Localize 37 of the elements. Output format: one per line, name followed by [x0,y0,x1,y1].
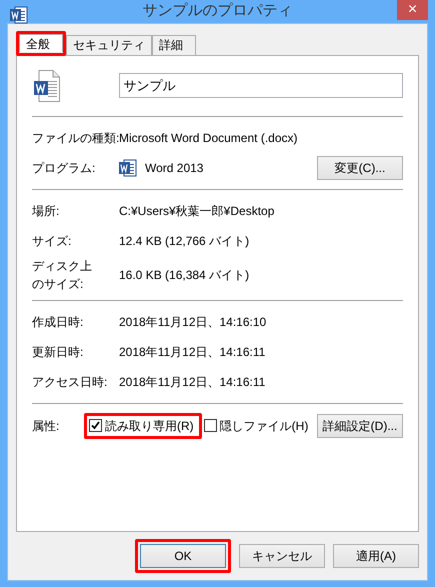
field-value: 2018年11月12日、14:16:11 [119,374,266,390]
dialog-button[interactable]: OK [140,544,226,568]
field-label: 属性: [32,418,60,434]
field-label: サイズ: [32,232,72,250]
close-button[interactable]: × [397,0,428,20]
checkbox-label: 読み取り専用(R) [105,418,194,434]
advanced-button[interactable]: 詳細設定(D)... [317,414,403,438]
document-icon [34,70,60,102]
field-value: C:¥Users¥秋葉一郎¥Desktop [119,202,274,220]
document-icon [10,6,28,24]
checkbox[interactable] [204,419,217,432]
checkbox-label: 隠しファイル(H) [220,418,308,434]
field-label: プログラム: [32,160,96,176]
window-title: サンプルのプロパティ [142,1,292,21]
field-label: 更新日時: [32,344,84,360]
field-label: 作成日時: [32,314,84,330]
field-label: アクセス日時: [32,374,108,390]
check-icon [91,421,100,430]
tab[interactable]: 全般 [19,34,63,52]
change-button[interactable]: 変更(C)... [317,156,403,180]
dialog-button[interactable]: キャンセル [239,544,325,568]
document-icon [119,158,137,176]
field-value: 2018年11月12日、14:16:11 [119,344,266,360]
field-value: Microsoft Word Document (.docx) [119,130,298,146]
field-value: 12.4 KB (12,766 バイト) [119,232,250,250]
file-name-field[interactable]: サンプル [119,73,403,98]
field-label: 場所: [32,202,60,220]
field-value: 2018年11月12日、14:16:10 [119,314,266,330]
field-label: ディスク上 [32,258,93,274]
field-label: のサイズ: [32,276,84,292]
checkbox[interactable] [89,419,102,432]
tab[interactable]: セキュリティ [66,34,152,54]
tab[interactable]: 詳細 [152,34,196,54]
dialog-button[interactable]: 適用(A) [333,544,419,568]
field-value: 16.0 KB (16,384 バイト) [119,266,250,284]
field-label: ファイルの種類: [32,130,119,146]
field-value: Word 2013 [145,160,204,176]
